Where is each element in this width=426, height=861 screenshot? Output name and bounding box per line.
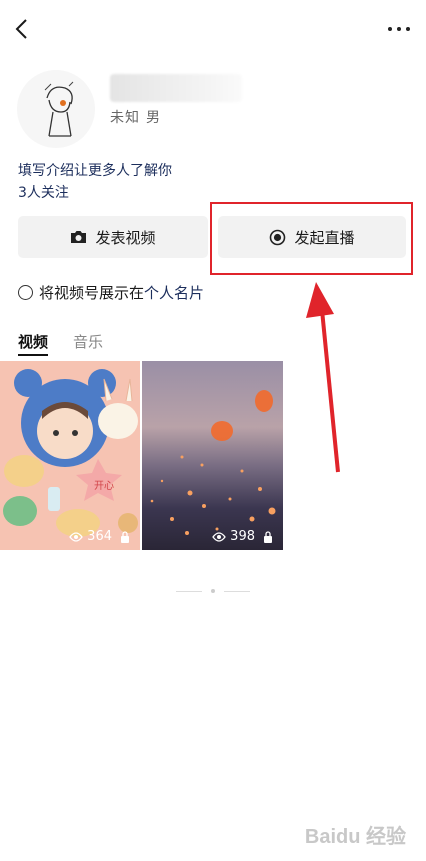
- post-video-label: 发表视频: [95, 228, 156, 247]
- eye-icon: [69, 531, 83, 542]
- gender-text: 男: [146, 110, 161, 126]
- video-thumbnail[interactable]: 开心 364: [0, 361, 140, 550]
- post-video-button[interactable]: 发表视频: [18, 216, 208, 258]
- avatar[interactable]: [17, 70, 95, 148]
- nickname-blurred: [110, 74, 242, 102]
- end-divider: [176, 589, 250, 593]
- tab-indicator: [18, 354, 48, 356]
- business-card-link[interactable]: 个人名片: [144, 282, 204, 303]
- show-on-card-radio[interactable]: [18, 285, 33, 300]
- view-count-value: 364: [87, 529, 112, 544]
- cover-label: 开心: [94, 480, 114, 492]
- view-count-value: 398: [230, 529, 255, 544]
- view-count: 364: [69, 529, 130, 544]
- back-icon[interactable]: [10, 16, 36, 42]
- region-text: 未知: [110, 110, 140, 126]
- camera-icon: [70, 230, 87, 244]
- show-on-card-row[interactable]: 将视频号展示在 个人名片: [18, 282, 204, 303]
- lock-icon: [263, 530, 273, 543]
- show-on-card-text: 将视频号展示在: [39, 284, 145, 302]
- highlight-box: [210, 202, 413, 275]
- view-count: 398: [212, 529, 273, 544]
- tab-music[interactable]: 音乐: [73, 331, 103, 352]
- intro-link[interactable]: 填写介绍让更多人了解你: [18, 160, 172, 180]
- follow-count[interactable]: 3人关注: [18, 182, 69, 202]
- more-icon[interactable]: [388, 18, 410, 40]
- watermark-logo: Baidu 经验: [304, 826, 406, 848]
- video-thumbnail[interactable]: 398: [142, 361, 283, 550]
- profile-meta: 未知男: [110, 107, 167, 127]
- top-bar: [0, 0, 426, 60]
- lock-icon: [120, 530, 130, 543]
- eye-icon: [212, 531, 226, 542]
- tab-video[interactable]: 视频: [18, 331, 48, 352]
